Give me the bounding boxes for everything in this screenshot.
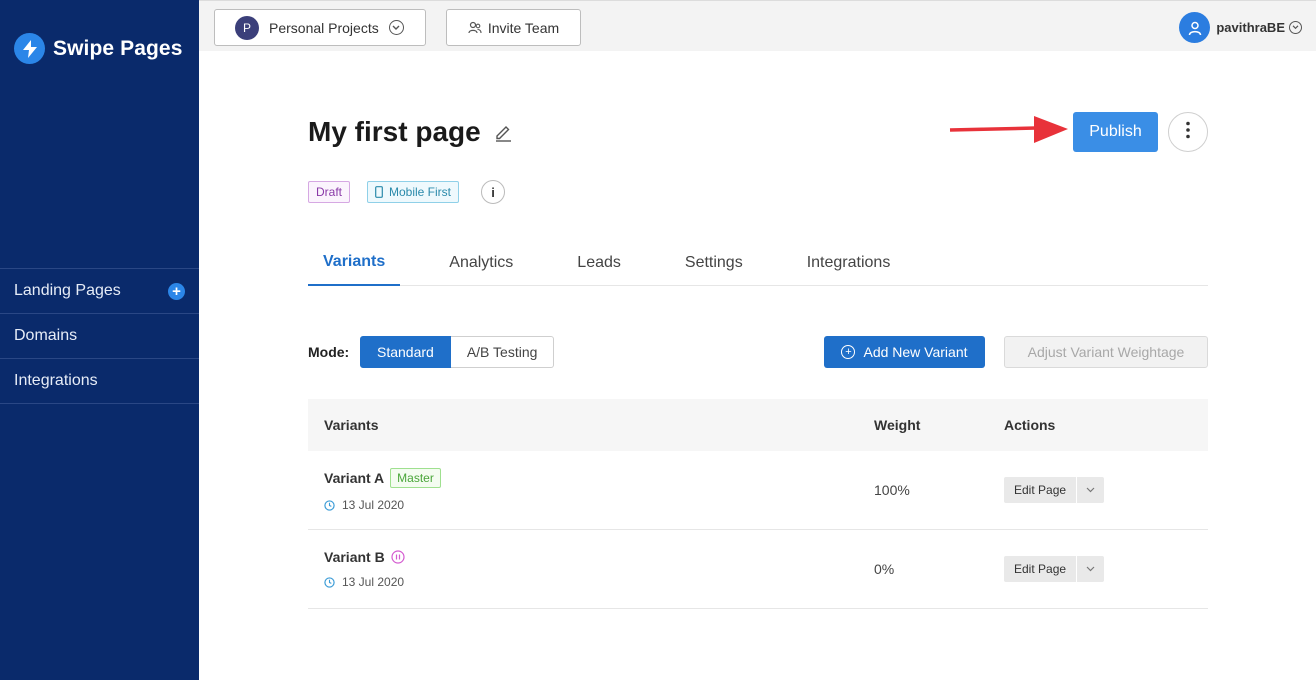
- sidebar-item-integrations[interactable]: Integrations: [0, 359, 199, 404]
- variant-name[interactable]: Variant A Master: [324, 468, 441, 488]
- mode-label: Mode:: [308, 344, 350, 360]
- status-badge-draft: Draft: [308, 181, 351, 203]
- variant-date-text: 13 Jul 2020: [342, 575, 405, 589]
- variant-weight: 0%: [874, 561, 895, 577]
- variant-name-text: Variant A: [324, 470, 385, 486]
- adjust-variant-weightage-button[interactable]: Adjust Variant Weightage: [1004, 336, 1208, 368]
- variant-cell: Variant B 13 Jul 2020: [324, 549, 405, 589]
- project-switcher-button[interactable]: P Personal Projects: [214, 9, 426, 46]
- mobile-first-badge: Mobile First: [367, 181, 460, 203]
- lightning-bolt-icon: [14, 33, 45, 64]
- variant-cell: Variant A Master 13 Jul 2020: [324, 468, 441, 512]
- invite-team-label: Invite Team: [487, 19, 560, 36]
- mobile-icon: [375, 186, 383, 198]
- chevron-down-icon: [388, 20, 404, 35]
- variant-date: 13 Jul 2020: [324, 498, 441, 512]
- add-landing-page-icon[interactable]: +: [168, 282, 185, 300]
- chevron-down-icon[interactable]: [1077, 556, 1105, 582]
- column-header-variants: Variants: [324, 417, 379, 433]
- page-title: My first page: [308, 116, 513, 148]
- publish-button[interactable]: Publish: [1073, 112, 1158, 152]
- more-options-button[interactable]: [1168, 112, 1208, 152]
- add-new-variant-label: Add New Variant: [863, 344, 968, 360]
- clock-icon: [324, 576, 335, 588]
- project-avatar: P: [235, 15, 259, 40]
- variant-actions: Edit Page: [1004, 477, 1105, 503]
- clock-icon: [324, 499, 335, 511]
- top-bar: P Personal Projects Invite Team pavithra…: [199, 0, 1316, 51]
- mode-toggle: Standard A/B Testing: [360, 336, 555, 368]
- variants-table: Variants Weight Actions Variant A Master…: [308, 399, 1208, 609]
- table-header: Variants Weight Actions: [308, 399, 1208, 451]
- plus-circle-icon: +: [841, 345, 856, 359]
- mode-ab-testing-button[interactable]: A/B Testing: [450, 336, 555, 368]
- pencil-icon[interactable]: [493, 122, 513, 142]
- table-row: Variant B 13 Jul 2020 0% Edit Page: [308, 530, 1208, 609]
- variant-date: 13 Jul 2020: [324, 575, 405, 589]
- arrow-annotation: [949, 116, 1068, 143]
- tab-settings[interactable]: Settings: [670, 240, 758, 286]
- column-header-weight: Weight: [874, 417, 921, 433]
- tab-variants[interactable]: Variants: [308, 240, 401, 286]
- chevron-down-icon[interactable]: [1077, 477, 1105, 503]
- variant-actions: Edit Page: [1004, 556, 1105, 582]
- pause-circle-icon: [391, 550, 405, 564]
- user-name: pavithraBE: [1216, 20, 1285, 35]
- invite-team-button[interactable]: Invite Team: [446, 9, 581, 46]
- sidebar-nav: Landing Pages + Domains Integrations: [0, 268, 199, 404]
- page-title-text: My first page: [308, 116, 481, 147]
- tab-leads[interactable]: Leads: [562, 240, 636, 286]
- variant-name-text: Variant B: [324, 549, 385, 565]
- variant-date-text: 13 Jul 2020: [342, 498, 405, 512]
- page-tabs: Variants Analytics Leads Settings Integr…: [308, 240, 1208, 286]
- add-new-variant-button[interactable]: + Add New Variant: [824, 336, 985, 368]
- sidebar-item-label: Domains: [14, 327, 78, 344]
- mode-standard-button[interactable]: Standard: [360, 336, 451, 368]
- sidebar-item-landing-pages[interactable]: Landing Pages +: [0, 269, 199, 314]
- project-label: Personal Projects: [269, 19, 379, 36]
- brand-name: Swipe Pages: [53, 36, 183, 60]
- edit-page-button[interactable]: Edit Page: [1004, 556, 1077, 582]
- tab-integrations[interactable]: Integrations: [792, 240, 906, 286]
- user-menu[interactable]: pavithraBE: [1179, 12, 1302, 43]
- tab-analytics[interactable]: Analytics: [434, 240, 528, 286]
- master-badge: Master: [390, 468, 441, 488]
- sidebar-item-label: Landing Pages: [14, 282, 121, 299]
- column-header-actions: Actions: [1004, 417, 1056, 433]
- team-icon: [468, 21, 482, 35]
- edit-page-button[interactable]: Edit Page: [1004, 477, 1077, 503]
- info-icon[interactable]: i: [481, 180, 505, 204]
- sidebar-item-domains[interactable]: Domains: [0, 314, 199, 359]
- variant-name[interactable]: Variant B: [324, 549, 405, 565]
- vertical-dots-icon: [1186, 121, 1190, 144]
- variant-weight: 100%: [874, 482, 910, 498]
- brand[interactable]: Swipe Pages: [14, 33, 183, 64]
- sidebar: Swipe Pages Landing Pages + Domains Inte…: [0, 0, 199, 680]
- chevron-down-icon: [1289, 21, 1302, 34]
- user-icon: [1179, 12, 1211, 43]
- table-row: Variant A Master 13 Jul 2020 100% Edit P…: [308, 451, 1208, 530]
- sidebar-item-label: Integrations: [14, 372, 98, 389]
- mobile-first-label: Mobile First: [389, 185, 452, 199]
